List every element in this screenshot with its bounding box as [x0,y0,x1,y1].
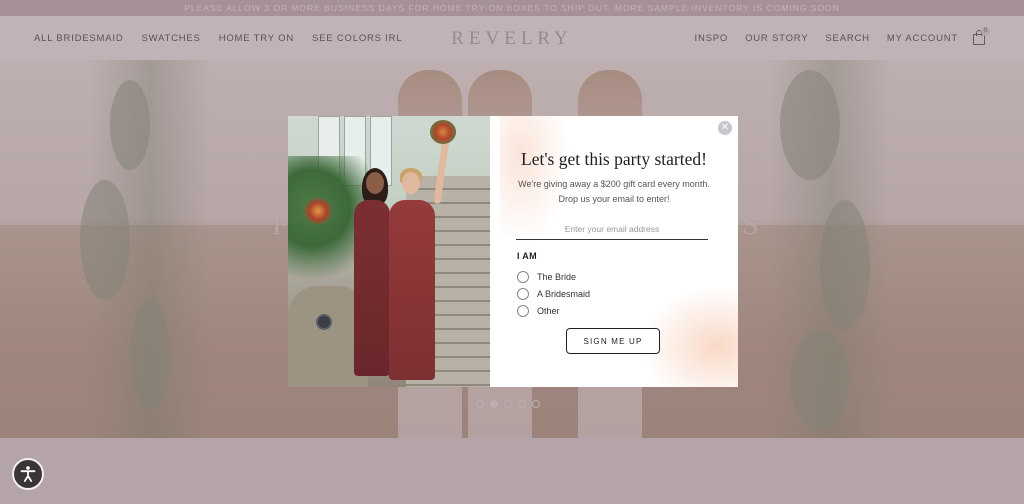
popup-subline: We're giving away a $200 gift card every… [518,179,710,189]
radio-button[interactable] [517,271,529,283]
radio-button[interactable] [517,305,529,317]
radio-option-bridesmaid[interactable]: A Bridesmaid [517,288,590,300]
radio-label: A Bridesmaid [537,289,591,299]
burgundy-dress [354,200,390,376]
role-label: I AM [517,251,537,261]
radio-option-other[interactable]: Other [517,305,560,317]
radio-option-bride[interactable]: The Bride [517,271,576,283]
bridesmaid-face [402,172,420,194]
bouquet [430,120,456,144]
velvet-dress [389,200,435,380]
wall-lamp [316,314,332,330]
accessibility-icon[interactable] [12,458,44,490]
popup-photo [288,116,490,387]
popup-subline: Drop us your email to enter! [558,194,670,204]
close-icon[interactable]: ✕ [718,121,732,135]
accessibility-figure-icon [20,466,36,482]
radio-label: Other [537,306,560,316]
sign-me-up-button[interactable]: SIGN ME UP [566,328,660,354]
radio-button[interactable] [517,288,529,300]
popup-form-panel: ✕ Let's get this party started! We're gi… [490,116,738,387]
bridesmaid-face [366,172,384,194]
popup-headline: Let's get this party started! [521,149,707,169]
bouquet [304,198,332,224]
radio-label: The Bride [537,272,577,282]
newsletter-popup: ✕ Let's get this party started! We're gi… [288,116,738,387]
email-field[interactable] [516,219,708,240]
